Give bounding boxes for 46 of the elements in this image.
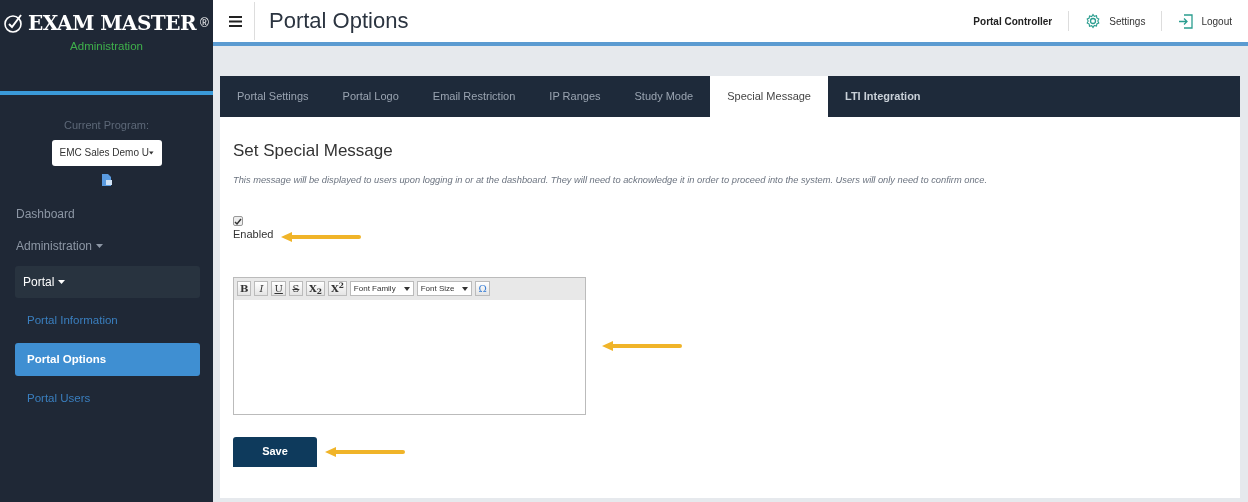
toolbar-button[interactable]: U: [271, 281, 286, 297]
toolbar-dropdown[interactable]: Font Size: [416, 281, 473, 297]
save-button[interactable]: Save: [233, 436, 317, 467]
page-title: Portal Options: [254, 2, 409, 40]
tab[interactable]: Study Mode: [617, 76, 711, 117]
nav-item[interactable]: Dashboard: [0, 197, 213, 230]
dropdown-arrow-icon: [462, 286, 469, 291]
dropdown-arrow-icon: [403, 286, 410, 291]
program-label: Current Program:: [63, 118, 150, 133]
toolbar-button[interactable]: I: [254, 281, 269, 297]
caret-icon: [96, 244, 104, 249]
logo-subtitle: Administration: [69, 39, 144, 54]
program-select[interactable]: EMC Sales Demo U: [51, 139, 162, 166]
tab[interactable]: Portal Settings: [220, 76, 326, 117]
nav-item[interactable]: Administration: [0, 229, 213, 262]
menu-icon[interactable]: [229, 15, 242, 27]
toolbar-dropdown[interactable]: Font Family: [349, 281, 414, 297]
tab[interactable]: Special Message: [710, 76, 828, 117]
enabled-checkbox[interactable]: [233, 216, 243, 227]
tab[interactable]: LTI Integration: [828, 76, 938, 117]
toolbar-button[interactable]: S: [288, 281, 303, 297]
toolbar-button[interactable]: X$^{2}$: [327, 281, 347, 297]
tab[interactable]: IP Ranges: [532, 76, 618, 117]
nav-item[interactable]: Portal: [15, 265, 200, 298]
tab[interactable]: Email Restriction: [415, 76, 533, 117]
caret-icon: [58, 280, 66, 285]
logout-link[interactable]: Logout: [1178, 13, 1232, 29]
nav-subitem[interactable]: Portal Users: [15, 382, 200, 416]
toolbar-button[interactable]: Ω: [475, 281, 490, 297]
user-name: Portal Controller: [973, 14, 1053, 29]
toolbar-button[interactable]: B: [237, 281, 252, 297]
document-icon[interactable]: [101, 174, 112, 187]
nav-subitem[interactable]: Portal Information: [15, 303, 200, 337]
tab[interactable]: Portal Logo: [325, 76, 416, 117]
rich-text-editor[interactable]: B I U S X$_{2}$ X$^{2}$ Font Family Font Size Ω: [233, 276, 586, 415]
logout-icon: [1178, 13, 1194, 29]
registered-mark: ®: [200, 15, 209, 32]
checkmark-circle-icon: [4, 13, 25, 33]
toolbar-button[interactable]: X$_{2}$: [305, 281, 325, 297]
logo-text: EXAM MASTER: [28, 10, 197, 37]
checkbox-label: Enabled: [233, 227, 274, 243]
panel-heading: Set Special Message: [233, 141, 394, 162]
description-text: This message will be displayed to users upon logging in or at the dashboard. They will need to acknowledge it in order to proceed into the system. Users will only need to confirm once.: [233, 175, 988, 187]
settings-icon: [1085, 13, 1102, 29]
settings-link[interactable]: Settings: [1085, 13, 1146, 29]
dropdown-arrow-icon: [148, 150, 154, 155]
